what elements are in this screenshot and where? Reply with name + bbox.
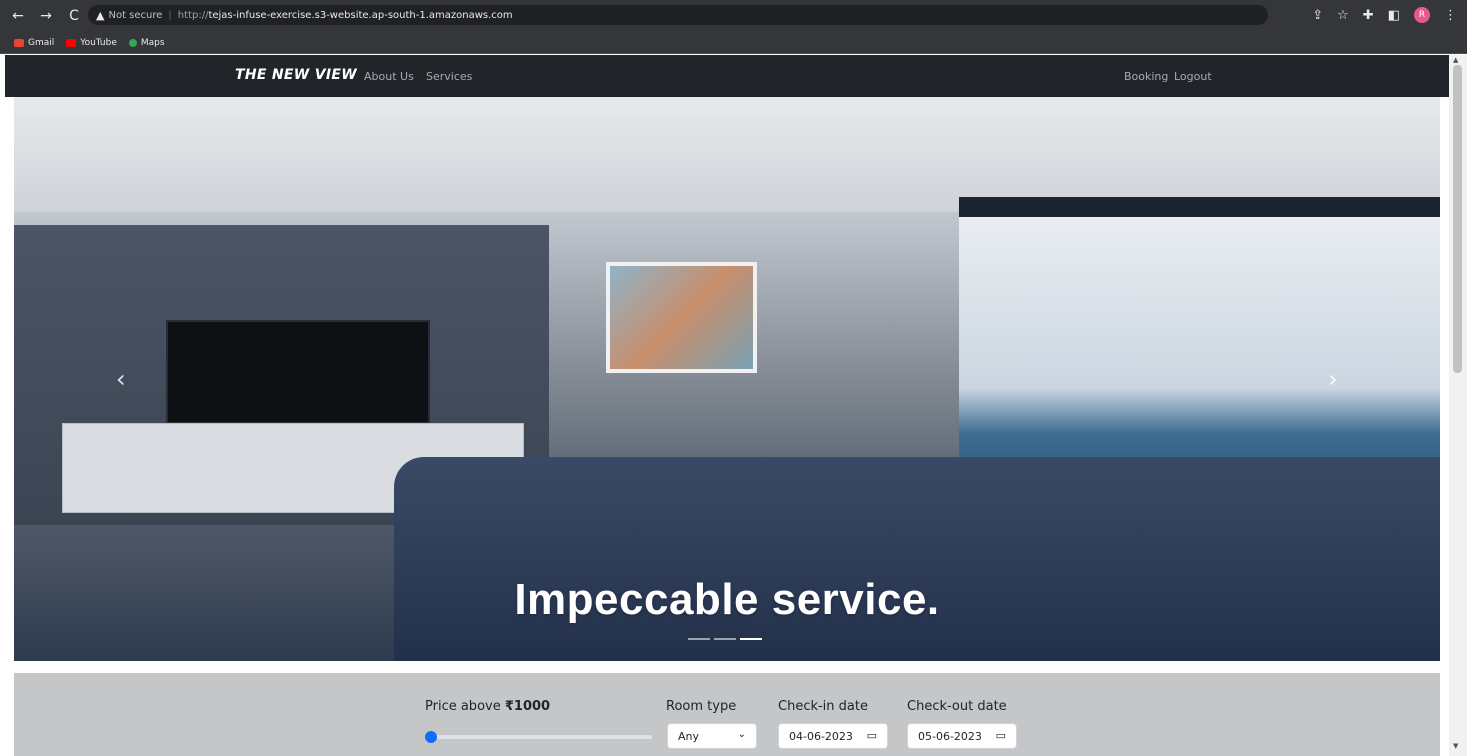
carousel-next-icon[interactable]: › — [1328, 365, 1338, 393]
extensions-icon[interactable]: ✚ — [1363, 8, 1374, 23]
calendar-icon[interactable]: ▭ — [996, 729, 1006, 742]
site-navbar: THE NEW VIEW About Us Services Booking L… — [5, 55, 1449, 97]
hero-image-sofa — [394, 457, 1440, 661]
bookmark-gmail[interactable]: Gmail — [14, 38, 54, 48]
bookmarks-bar: Gmail YouTube Maps — [0, 32, 1467, 54]
price-label: Price above ₹1000 — [425, 699, 550, 714]
scrollbar-thumb[interactable] — [1453, 65, 1462, 373]
nav-logout[interactable]: Logout — [1174, 70, 1212, 83]
scroll-up-icon[interactable]: ▲ — [1453, 56, 1458, 64]
calendar-icon[interactable]: ▭ — [867, 729, 877, 742]
carousel-prev-icon[interactable]: ‹ — [116, 365, 126, 393]
bookmark-label: Maps — [140, 37, 165, 48]
reload-icon[interactable]: C — [66, 8, 82, 24]
maps-icon — [128, 38, 137, 47]
search-filter-bar: Price above ₹1000 Room type Any ⌄ Check-… — [14, 673, 1440, 756]
nav-services[interactable]: Services — [426, 70, 472, 83]
hero-image-painting — [606, 262, 757, 373]
checkout-date-input[interactable]: 05-06-2023 ▭ — [907, 723, 1017, 749]
forward-icon[interactable]: → — [38, 8, 54, 24]
youtube-icon — [66, 38, 77, 47]
checkin-label: Check-in date — [778, 699, 868, 714]
url-host: tejas-infuse-exercise.s3-website.ap-sout… — [208, 9, 513, 21]
room-type-label: Room type — [666, 699, 737, 714]
profile-avatar[interactable]: R — [1414, 7, 1430, 23]
warning-icon[interactable]: ▲ — [96, 9, 104, 22]
brand-logo[interactable]: THE NEW VIEW — [235, 67, 357, 83]
chevron-down-icon: ⌄ — [737, 729, 746, 740]
checkin-value: 04-06-2023 — [789, 730, 853, 743]
back-icon[interactable]: ← — [10, 8, 26, 24]
carousel-indicator[interactable] — [688, 638, 710, 640]
checkout-value: 05-06-2023 — [918, 730, 982, 743]
gmail-icon — [14, 38, 24, 47]
price-slider-thumb[interactable] — [425, 731, 437, 743]
hero-image-tv — [166, 320, 430, 424]
star-icon[interactable]: ☆ — [1337, 8, 1349, 23]
price-slider-track[interactable] — [430, 735, 652, 739]
carousel-indicator-active[interactable] — [740, 638, 762, 640]
address-bar[interactable]: ▲ Not secure | http:// tejas-infuse-exer… — [88, 5, 1268, 25]
carousel-indicator[interactable] — [714, 638, 736, 640]
nav-booking[interactable]: Booking — [1124, 70, 1168, 83]
checkout-label: Check-out date — [907, 699, 1007, 714]
browser-toolbar: ← → C ▲ Not secure | http:// tejas-infus… — [0, 0, 1467, 32]
scroll-down-icon[interactable]: ▼ — [1453, 742, 1458, 750]
price-value: ₹1000 — [504, 699, 551, 714]
security-label: Not secure — [108, 9, 163, 21]
bookmark-maps[interactable]: Maps — [128, 37, 165, 48]
web-page: THE NEW VIEW About Us Services Booking L… — [5, 55, 1449, 756]
carousel-caption: Impeccable service. — [514, 575, 940, 624]
price-label-text: Price above — [425, 699, 501, 714]
hero-image-ceiling — [14, 97, 1440, 212]
menu-icon[interactable]: ⋮ — [1444, 8, 1457, 23]
sidepanel-icon[interactable]: ◧ — [1388, 8, 1400, 23]
share-icon[interactable]: ⇪ — [1312, 8, 1323, 23]
carousel-indicators — [688, 638, 762, 640]
separator: | — [168, 9, 172, 21]
bookmark-youtube[interactable]: YouTube — [66, 38, 117, 48]
checkin-date-input[interactable]: 04-06-2023 ▭ — [778, 723, 888, 749]
nav-about-us[interactable]: About Us — [364, 70, 414, 83]
room-type-select[interactable]: Any ⌄ — [667, 723, 757, 749]
hero-carousel: ‹ › Impeccable service. — [14, 97, 1440, 661]
url-protocol: http:// — [177, 9, 209, 21]
bookmark-label: YouTube — [80, 37, 117, 48]
bookmark-label: Gmail — [28, 37, 55, 48]
browser-nav: ← → C — [10, 8, 82, 24]
browser-actions: ⇪ ☆ ✚ ◧ R ⋮ — [1312, 7, 1457, 23]
room-type-value: Any — [678, 730, 700, 743]
